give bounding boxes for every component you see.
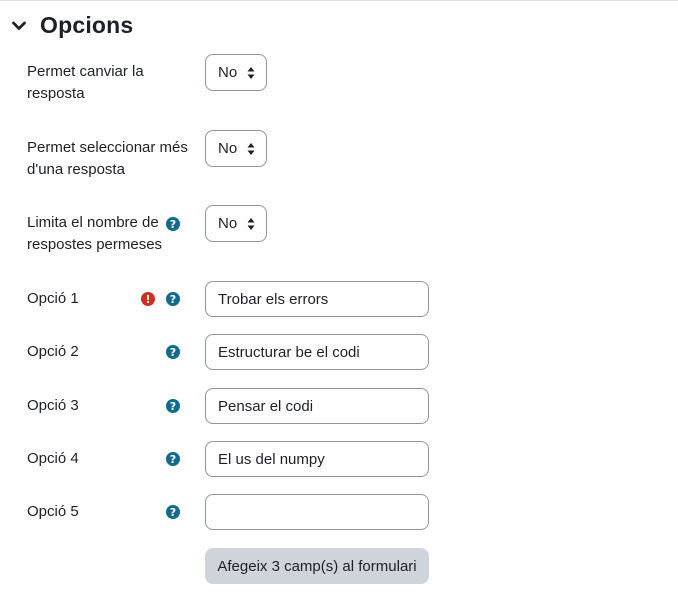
section-title: Opcions (40, 12, 134, 38)
setting-label-multiple-answers: Permet seleccionar més d'una resposta (27, 137, 192, 181)
setting-label-line2: d'una resposta (27, 161, 125, 178)
top-divider (0, 0, 678, 1)
setting-label-line2: resposta (27, 85, 85, 102)
limit-answers-select[interactable]: No (205, 205, 267, 242)
question-circle-icon[interactable]: ? (166, 505, 180, 519)
select-value: No (218, 140, 238, 157)
select-arrows-icon (247, 143, 255, 155)
option-2-input[interactable]: Estructurar be el codi (205, 334, 429, 370)
allow-update-select[interactable]: No (205, 54, 267, 91)
question-circle-icon[interactable]: ? (166, 399, 180, 413)
chevron-down-icon (10, 17, 28, 35)
exclamation-circle-icon: ! (141, 292, 155, 306)
option-4-input[interactable]: El us del numpy (205, 441, 429, 477)
setting-label-change-answer: Permet canviar la resposta (27, 61, 192, 105)
add-fields-button[interactable]: Afegeix 3 camp(s) al formulari (205, 548, 429, 584)
section-toggle[interactable]: Opcions (10, 12, 133, 39)
question-circle-icon[interactable]: ? (166, 292, 180, 306)
option-5-input[interactable] (205, 494, 429, 530)
option-3-input[interactable]: Pensar el codi (205, 388, 429, 424)
select-arrows-icon (247, 218, 255, 230)
question-circle-icon[interactable]: ? (166, 345, 180, 359)
question-circle-icon[interactable]: ? (166, 452, 180, 466)
option-1-input[interactable]: Trobar els errors (205, 281, 429, 317)
select-value: No (218, 64, 238, 81)
setting-label-line1: Permet canviar la (27, 63, 144, 80)
setting-label-line1: Limita el nombre de (27, 214, 159, 231)
setting-label-line1: Permet seleccionar més (27, 139, 188, 156)
allow-multiple-select[interactable]: No (205, 130, 267, 167)
select-arrows-icon (247, 67, 255, 79)
setting-label-line2: respostes permeses (27, 236, 163, 253)
question-circle-icon[interactable]: ? (166, 217, 180, 231)
select-value: No (218, 215, 238, 232)
